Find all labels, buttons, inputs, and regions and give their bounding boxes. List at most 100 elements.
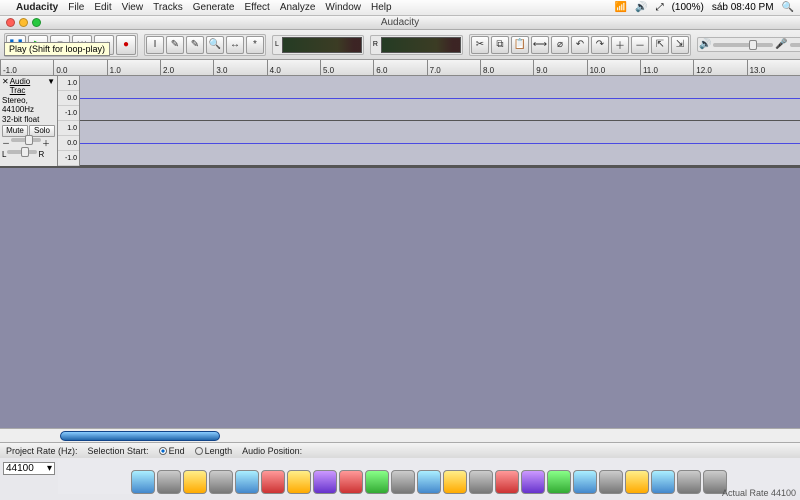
spotlight-icon[interactable]: 🔍 bbox=[782, 2, 794, 13]
selection-bar: Project Rate (Hz): Selection Start: End … bbox=[0, 442, 800, 458]
wifi-icon[interactable]: 📶 bbox=[615, 2, 627, 13]
ruler-tick: 5.0 bbox=[320, 60, 373, 75]
horizontal-scrollbar[interactable] bbox=[0, 428, 800, 442]
scrollbar-thumb[interactable] bbox=[60, 431, 220, 441]
playback-meter-display[interactable] bbox=[282, 37, 362, 53]
timeshift-tool[interactable]: ↔ bbox=[226, 36, 244, 54]
timeline-ruler[interactable]: -1.0 0.0 1.0 2.0 3.0 4.0 5.0 6.0 7.0 8.0… bbox=[0, 60, 800, 76]
dock-app-icon[interactable] bbox=[495, 470, 519, 494]
cut-button[interactable]: ✂ bbox=[471, 36, 489, 54]
dock-finder-icon[interactable] bbox=[131, 470, 155, 494]
dock-app-icon[interactable] bbox=[183, 470, 207, 494]
dock-app-icon[interactable] bbox=[469, 470, 493, 494]
menu-view[interactable]: View bbox=[122, 2, 144, 13]
close-icon[interactable] bbox=[6, 18, 15, 27]
dock-app-icon[interactable] bbox=[365, 470, 389, 494]
fit-project-button[interactable]: ⇲ bbox=[671, 36, 689, 54]
meter-left-label: L bbox=[274, 41, 280, 48]
record-meter-display[interactable] bbox=[381, 37, 461, 53]
input-volume-slider[interactable] bbox=[790, 43, 800, 47]
empty-tracks-area[interactable] bbox=[0, 168, 800, 428]
trim-button[interactable]: ⟷ bbox=[531, 36, 549, 54]
track-close-icon[interactable]: ✕ bbox=[2, 77, 9, 95]
menu-window[interactable]: Window bbox=[325, 2, 361, 13]
dock-app-icon[interactable] bbox=[235, 470, 259, 494]
expand-icon[interactable]: ⤢ bbox=[656, 2, 664, 13]
menu-tracks[interactable]: Tracks bbox=[153, 2, 183, 13]
output-volume-icon: 🔊 bbox=[699, 39, 711, 50]
zoom-in-button[interactable]: ＋ bbox=[611, 36, 629, 54]
waveform-right-channel[interactable] bbox=[80, 121, 800, 166]
end-radio[interactable]: End bbox=[159, 446, 185, 456]
redo-button[interactable]: ↷ bbox=[591, 36, 609, 54]
dock-app-icon[interactable] bbox=[209, 470, 233, 494]
mac-dock bbox=[58, 458, 800, 494]
minimize-icon[interactable] bbox=[19, 18, 28, 27]
selection-tool[interactable]: I bbox=[146, 36, 164, 54]
fit-selection-button[interactable]: ⇱ bbox=[651, 36, 669, 54]
ruler-tick: -1.0 bbox=[0, 60, 53, 75]
dock-app-icon[interactable] bbox=[339, 470, 363, 494]
vertical-scale[interactable]: 1.0 0.0 -1.0 1.0 0.0 -1.0 bbox=[58, 76, 80, 166]
ruler-tick: 2.0 bbox=[160, 60, 213, 75]
silence-button[interactable]: ⌀ bbox=[551, 36, 569, 54]
bottom-row: 44100▾ bbox=[0, 458, 800, 494]
pan-slider[interactable] bbox=[7, 150, 37, 154]
paste-button[interactable]: 📋 bbox=[511, 36, 529, 54]
ruler-tick: 10.0 bbox=[587, 60, 640, 75]
project-rate-select[interactable]: 44100▾ bbox=[3, 462, 55, 475]
record-meter: R bbox=[370, 35, 463, 55]
dock-app-icon[interactable] bbox=[547, 470, 571, 494]
menu-generate[interactable]: Generate bbox=[193, 2, 235, 13]
dock-app-icon[interactable] bbox=[157, 470, 181, 494]
menu-help[interactable]: Help bbox=[371, 2, 392, 13]
track-menu-icon[interactable]: ▼ bbox=[47, 77, 55, 95]
track-area: ✕Audio Trac▼ Stereo, 44100Hz 32-bit floa… bbox=[0, 76, 800, 168]
menu-analyze[interactable]: Analyze bbox=[280, 2, 316, 13]
waveform-display[interactable] bbox=[80, 76, 800, 166]
ruler-tick: 4.0 bbox=[267, 60, 320, 75]
audio-position-label: Audio Position: bbox=[242, 446, 302, 456]
zoom-out-button[interactable]: － bbox=[631, 36, 649, 54]
mac-menubar: Audacity File Edit View Tracks Generate … bbox=[0, 0, 800, 16]
menu-file[interactable]: File bbox=[68, 2, 84, 13]
draw-tool[interactable]: ✎ bbox=[186, 36, 204, 54]
mute-button[interactable]: Mute bbox=[2, 125, 28, 137]
dock-app-icon[interactable] bbox=[261, 470, 285, 494]
solo-button[interactable]: Solo bbox=[29, 125, 55, 137]
undo-button[interactable]: ↶ bbox=[571, 36, 589, 54]
gain-slider[interactable] bbox=[11, 138, 41, 142]
ruler-tick: 12.0 bbox=[693, 60, 746, 75]
track-name[interactable]: Audio Trac bbox=[10, 77, 46, 95]
track-bitdepth: 32-bit float bbox=[2, 115, 55, 124]
volume-icon[interactable]: 🔊 bbox=[635, 2, 647, 13]
ruler-tick: 1.0 bbox=[107, 60, 160, 75]
app-menu[interactable]: Audacity bbox=[16, 2, 58, 13]
zoom-tool[interactable]: 🔍 bbox=[206, 36, 224, 54]
dock-app-icon[interactable] bbox=[313, 470, 337, 494]
envelope-tool[interactable]: ✎ bbox=[166, 36, 184, 54]
dock-app-icon[interactable] bbox=[521, 470, 545, 494]
zoom-window-icon[interactable] bbox=[32, 18, 41, 27]
multi-tool[interactable]: * bbox=[246, 36, 264, 54]
dock-app-icon[interactable] bbox=[677, 470, 701, 494]
length-radio[interactable]: Length bbox=[195, 446, 233, 456]
menu-effect[interactable]: Effect bbox=[244, 2, 269, 13]
window-title: Audacity bbox=[381, 17, 419, 28]
dock-app-icon[interactable] bbox=[625, 470, 649, 494]
project-rate-label: Project Rate (Hz): bbox=[6, 446, 78, 456]
waveform-left-channel[interactable] bbox=[80, 76, 800, 121]
dock-app-icon[interactable] bbox=[391, 470, 415, 494]
track-control-panel[interactable]: ✕Audio Trac▼ Stereo, 44100Hz 32-bit floa… bbox=[0, 76, 58, 166]
dock-app-icon[interactable] bbox=[443, 470, 467, 494]
menu-edit[interactable]: Edit bbox=[94, 2, 111, 13]
record-button[interactable]: ● bbox=[116, 35, 136, 55]
dock-app-icon[interactable] bbox=[417, 470, 441, 494]
dock-app-icon[interactable] bbox=[651, 470, 675, 494]
db-tick: 0.0 bbox=[58, 136, 79, 151]
dock-app-icon[interactable] bbox=[287, 470, 311, 494]
dock-app-icon[interactable] bbox=[573, 470, 597, 494]
copy-button[interactable]: ⧉ bbox=[491, 36, 509, 54]
dock-app-icon[interactable] bbox=[599, 470, 623, 494]
output-volume-slider[interactable] bbox=[713, 43, 773, 47]
